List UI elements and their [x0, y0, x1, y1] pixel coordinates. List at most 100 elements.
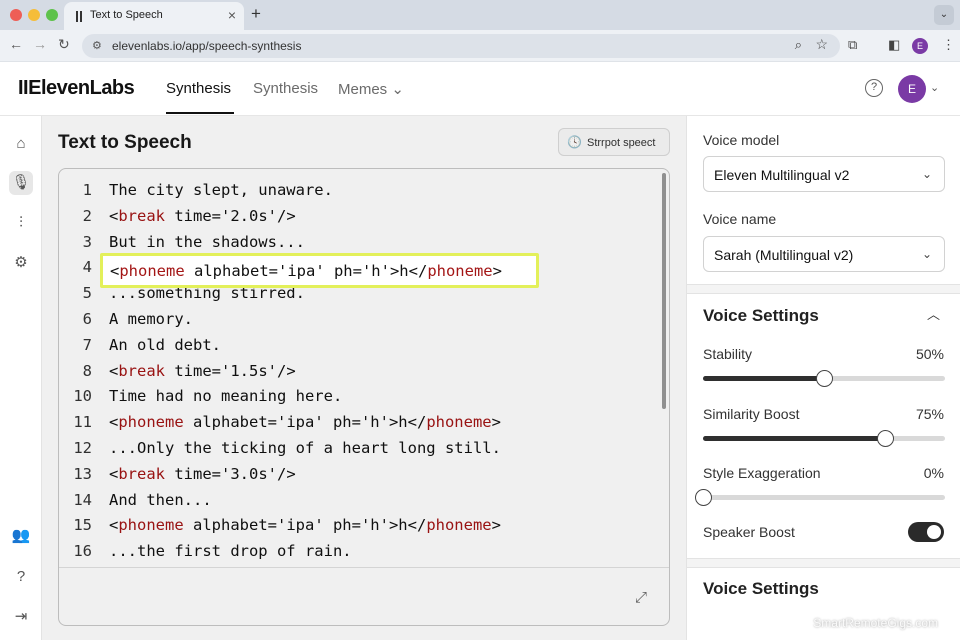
code-line[interactable]: 10 Time had no meaning here. — [59, 383, 659, 409]
history-button[interactable]: 🕓 Strrpot speect — [558, 128, 670, 156]
help-circle-icon[interactable]: ? — [9, 565, 33, 589]
reload-icon[interactable]: ↻ — [58, 36, 70, 53]
editor-footer-divider — [59, 567, 669, 568]
voice-name-value: Sarah (Multilingual v2) — [714, 247, 854, 263]
browser-tab-bar: Text to Speech × + ⌄ — [0, 0, 960, 30]
side-panel-icon[interactable]: ◧ — [888, 37, 900, 53]
chevron-down-icon: ⌄ — [921, 167, 932, 181]
line-number: 11 — [73, 413, 92, 432]
window-maximize-button[interactable] — [46, 9, 58, 21]
address-bar[interactable]: ⚙ elevenlabs.io/app/speech-synthesis ⌕ ☆ — [82, 34, 840, 58]
style-exaggeration-value: 0% — [923, 465, 944, 481]
code-line[interactable]: 12 ...Only the ticking of a heart long st… — [59, 435, 659, 461]
expand-icon[interactable]: ⤢ — [635, 589, 647, 606]
voice-name-label: Voice name — [703, 211, 777, 227]
line-text: And then... — [109, 490, 212, 509]
highlighted-line-text: <phoneme alphabet='ipa' ph='h'>h</phonem… — [110, 262, 502, 280]
toggle-knob — [927, 525, 941, 539]
code-line[interactable]: 3 But in the shadows... — [59, 229, 659, 255]
chevron-down-icon: ⌄ — [921, 247, 932, 261]
similarity-boost-label: Similarity Boost — [703, 406, 800, 422]
line-text: <phoneme alphabet='ipa' ph='h'>h</phonem… — [109, 413, 501, 432]
line-number: 14 — [73, 490, 92, 509]
style-exaggeration-slider-thumb[interactable] — [695, 489, 712, 506]
history-button-label: Strrpot speect — [587, 137, 656, 149]
line-number: 16 — [73, 542, 92, 561]
elevenlabs-logo[interactable]: IIElevenLabs — [18, 77, 135, 100]
style-exaggeration-slider[interactable] — [695, 489, 945, 506]
tab-title: Text to Speech — [90, 9, 163, 21]
browser-toolbar: ← → ↻ ⚙ elevenlabs.io/app/speech-synthes… — [0, 30, 960, 62]
code-line[interactable]: 2 <break time='2.0s'/> — [59, 203, 659, 229]
home-icon[interactable]: ⌂ — [9, 132, 33, 156]
elevenlabs-favicon-icon — [76, 11, 82, 22]
browser-menu-icon[interactable]: ⋮ — [942, 37, 955, 53]
new-tab-button[interactable]: + — [251, 4, 261, 24]
nav-tab-memes[interactable]: Memes ⌄ — [338, 80, 404, 98]
site-info-icon[interactable]: ⚙ — [92, 39, 102, 52]
line-number: 3 — [82, 232, 92, 251]
code-line[interactable]: 11 <phoneme alphabet='ipa' ph='h'>h</phon… — [59, 409, 659, 435]
code-line[interactable]: 15 <phoneme alphabet='ipa' ph='h'>h</phon… — [59, 512, 659, 538]
active-tab-indicator — [166, 112, 234, 114]
main-content: Text to Speech 🕓 Strrpot speect 1 The cit… — [42, 116, 686, 640]
forward-arrow-icon[interactable]: → — [33, 36, 47, 52]
code-line[interactable]: 6 A memory. — [59, 306, 659, 332]
voice-model-select[interactable]: Eleven Multilingual v2 ⌄ — [703, 156, 945, 192]
similarity-boost-slider-fill — [703, 436, 885, 441]
chevron-up-icon[interactable]: ︿ — [927, 304, 940, 323]
tab-close-icon[interactable]: × — [228, 7, 236, 23]
speaker-boost-toggle[interactable] — [908, 522, 944, 542]
browser-tab[interactable]: Text to Speech × — [64, 2, 244, 30]
microphone-icon[interactable]: 🎙 — [9, 171, 33, 195]
line-text: An old debt. — [109, 335, 221, 354]
text-editor[interactable]: 1 The city slept, unaware. 2 <break time='2… — [58, 168, 670, 626]
editor-scrollbar[interactable] — [662, 173, 666, 409]
code-line[interactable]: 8 <break time='1.5s'/> — [59, 358, 659, 384]
nav-tab-synthesis-2[interactable]: Synthesis — [253, 80, 318, 97]
extensions-icon[interactable]: ⧉ — [848, 37, 857, 53]
window-close-button[interactable] — [10, 9, 22, 21]
bookmark-star-icon[interactable]: ☆ — [815, 36, 828, 53]
line-text: The city slept, unaware. — [109, 181, 333, 199]
line-number: 4 — [82, 258, 92, 277]
line-number: 7 — [82, 335, 92, 354]
similarity-boost-slider[interactable] — [703, 430, 945, 447]
code-line[interactable]: 13 <break time='3.0s'/> — [59, 461, 659, 487]
stability-label: Stability — [703, 346, 753, 362]
logout-icon[interactable]: ⇥ — [9, 605, 33, 629]
chevron-down-icon[interactable]: ⌄ — [930, 81, 939, 94]
tab-search-button[interactable]: ⌄ — [934, 5, 954, 25]
speaker-boost-label: Speaker Boost — [703, 524, 795, 540]
stability-slider[interactable] — [703, 370, 945, 387]
section-divider — [687, 558, 960, 568]
voice-name-select[interactable]: Sarah (Multilingual v2) ⌄ — [703, 236, 945, 272]
help-icon[interactable]: ? — [865, 79, 883, 97]
line-text: ...Only the ticking of a heart long stil… — [109, 439, 501, 457]
browser-profile-avatar[interactable]: E — [912, 38, 928, 54]
similarity-boost-slider-thumb[interactable] — [876, 430, 894, 447]
line-text: A memory. — [109, 310, 193, 328]
code-line[interactable]: 1 The city slept, unaware. — [59, 177, 659, 203]
line-text: <break time='2.0s'/> — [109, 206, 296, 225]
line-number: 10 — [73, 387, 92, 406]
zoom-icon[interactable]: ⌕ — [795, 37, 802, 53]
users-icon[interactable]: 👥 — [9, 524, 33, 548]
line-number: 1 — [82, 181, 92, 199]
watermark: SmartRemoteGigs.com — [813, 616, 938, 630]
similarity-boost-value: 75% — [915, 406, 944, 422]
nav-tab-synthesis[interactable]: Synthesis — [166, 80, 231, 97]
voice-model-value: Eleven Multilingual v2 — [714, 167, 850, 183]
code-line[interactable]: 14 And then... — [59, 487, 659, 513]
back-arrow-icon[interactable]: ← — [9, 36, 23, 52]
settings-gear-icon[interactable]: ⚙ — [9, 251, 33, 275]
user-avatar[interactable]: E — [898, 75, 926, 103]
window-minimize-button[interactable] — [28, 9, 40, 21]
stability-slider-thumb[interactable] — [816, 370, 833, 387]
code-line[interactable]: 7 An old debt. — [59, 332, 659, 358]
waveform-icon[interactable]: ⫶ — [9, 211, 33, 235]
line-text: ...the first drop of rain. — [109, 542, 352, 561]
code-line[interactable]: 16 ...the first drop of rain. — [59, 538, 659, 564]
line-text: <break time='1.5s'/> — [109, 361, 296, 380]
line-number: 8 — [82, 361, 92, 380]
